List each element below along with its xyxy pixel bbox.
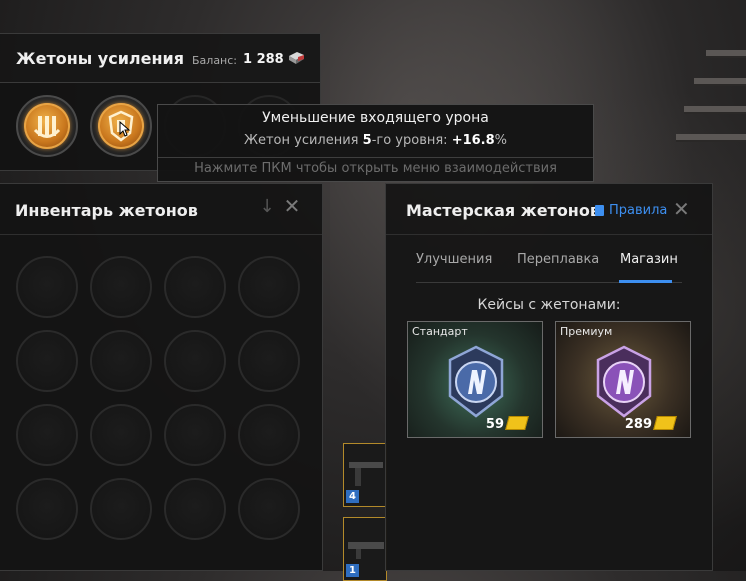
inventory-slot[interactable] — [16, 478, 78, 540]
inventory-close-icon[interactable]: ✕ — [283, 196, 301, 216]
gold-coin-icon — [653, 416, 677, 430]
collapse-down-icon[interactable]: ↓ — [258, 198, 276, 216]
smg-weapon-icon — [349, 462, 383, 486]
tooltip-title: Уменьшение входящего урона — [262, 110, 489, 126]
tooltip-bonus: +16.8 — [451, 133, 495, 148]
inventory-slot[interactable] — [164, 256, 226, 318]
divider — [158, 157, 593, 158]
tab-smelting[interactable]: Переплавка — [517, 252, 599, 267]
active-token-slot-1[interactable] — [16, 95, 78, 157]
inventory-slot[interactable] — [238, 404, 300, 466]
case-price: 289 — [624, 417, 652, 432]
token-inventory-panel: Инвентарь жетонов ↓ ✕ — [0, 183, 323, 571]
inventory-slot[interactable] — [164, 330, 226, 392]
inventory-slot[interactable] — [90, 404, 152, 466]
tab-shop[interactable]: Магазин — [620, 252, 678, 267]
weapon-card[interactable]: 4 — [343, 443, 387, 507]
token-currency-icon — [289, 52, 304, 64]
standard-case-emblem-icon — [448, 345, 504, 418]
rifle-weapon-icon — [348, 542, 384, 559]
premium-case-emblem-icon — [596, 345, 652, 418]
inventory-slot[interactable] — [16, 404, 78, 466]
tooltip-percent: % — [494, 133, 508, 148]
inventory-slot[interactable] — [238, 330, 300, 392]
inventory-slot[interactable] — [90, 478, 152, 540]
case-standard[interactable]: Стандарт 59 — [407, 321, 543, 438]
rules-book-icon[interactable] — [595, 205, 604, 216]
token-tooltip: Уменьшение входящего урона Жетон усилени… — [157, 104, 594, 182]
token-inventory-title: Инвентарь жетонов — [15, 201, 198, 220]
inventory-slot[interactable] — [90, 256, 152, 318]
inventory-slot[interactable] — [164, 478, 226, 540]
cases-heading: Кейсы с жетонами: — [477, 297, 621, 313]
token-workshop-title: Мастерская жетонов — [406, 201, 600, 220]
tooltip-level-prefix: Жетон усиления — [243, 133, 363, 148]
workshop-close-icon[interactable]: ✕ — [673, 199, 690, 219]
divider — [0, 234, 322, 235]
inventory-slot[interactable] — [238, 478, 300, 540]
boost-tokens-header: Жетоны усиления Баланс: 1 288 — [0, 33, 321, 83]
tab-upgrades[interactable]: Улучшения — [416, 252, 492, 267]
inventory-slot[interactable] — [164, 404, 226, 466]
rules-link[interactable]: Правила — [609, 203, 667, 218]
active-token-slot-2[interactable] — [90, 95, 152, 157]
tooltip-level-line: Жетон усиления 5-го уровня: +16.8% — [158, 133, 593, 148]
inventory-slot[interactable] — [90, 330, 152, 392]
inventory-slot[interactable] — [16, 256, 78, 318]
inventory-slot[interactable] — [16, 330, 78, 392]
background-stairs — [676, 40, 746, 200]
inventory-slot[interactable] — [238, 256, 300, 318]
boost-tokens-title: Жетоны усиления — [16, 49, 185, 68]
case-premium[interactable]: Премиум 289 — [555, 321, 691, 438]
gold-coin-icon — [505, 416, 529, 430]
balance-value: 1 288 — [243, 52, 284, 67]
weapon-card[interactable]: 1 — [343, 517, 387, 581]
case-price: 59 — [485, 417, 504, 432]
mouse-cursor-icon — [119, 121, 131, 137]
weapon-slot-number: 4 — [346, 490, 359, 503]
damage-boost-medal-icon — [24, 103, 70, 149]
tooltip-level-number: 5 — [362, 133, 372, 148]
case-name: Премиум — [560, 325, 613, 338]
token-workshop-panel: Мастерская жетонов Правила ✕ Улучшения П… — [385, 183, 713, 571]
tooltip-level-mid: -го уровня: — [371, 133, 452, 148]
active-tab-indicator — [619, 280, 672, 283]
tooltip-hint: Нажмите ПКМ чтобы открыть меню взаимодей… — [194, 161, 557, 176]
case-name: Стандарт — [412, 325, 468, 338]
divider — [386, 234, 712, 235]
balance-label: Баланс: — [192, 54, 238, 67]
